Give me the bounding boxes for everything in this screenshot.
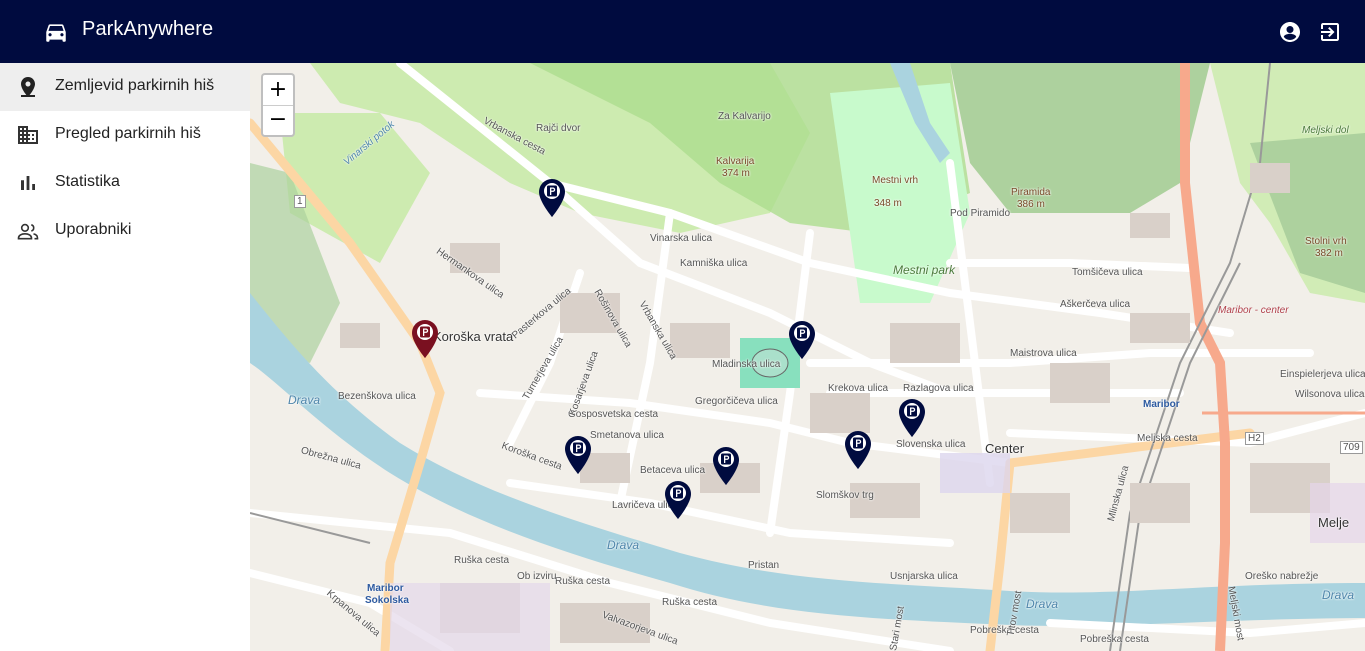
building-icon (16, 123, 40, 147)
parking-marker[interactable] (899, 399, 925, 437)
place-label: Koroška vrata (433, 329, 514, 344)
parking-marker[interactable] (713, 447, 739, 485)
street-label: Mladinska ulica (712, 359, 781, 370)
station-label: Maribor (367, 583, 404, 594)
place-label: Mestni park (893, 263, 956, 277)
parking-marker[interactable] (565, 436, 591, 474)
parking-marker[interactable] (789, 321, 815, 359)
sidebar: Zemljevid parkirnih hiš Pregled parkirni… (0, 63, 251, 651)
street-label: Slovenska ulica (896, 439, 966, 450)
river-label: Drava (607, 538, 640, 552)
account-button[interactable] (1278, 20, 1302, 44)
peak-label: Piramida (1011, 187, 1051, 198)
river-label: Drava (1322, 588, 1355, 602)
zoom-in-button[interactable]: + (263, 75, 293, 105)
bar-chart-icon (16, 171, 40, 195)
parking-marker-icon (539, 179, 565, 217)
street-label: Tomšičeva ulica (1072, 267, 1143, 278)
sidebar-item-label: Zemljevid parkirnih hiš (55, 77, 215, 94)
station-label: Sokolska (365, 595, 409, 606)
parking-marker-icon (789, 321, 815, 359)
zoom-control: + − (261, 73, 295, 137)
street-label: Pristan (748, 560, 780, 571)
street-label: Pod Piramido (950, 208, 1011, 219)
street-label: Ruška cesta (555, 576, 611, 587)
street-label: Razlagova ulica (903, 383, 974, 394)
parking-marker-selected[interactable] (412, 320, 438, 358)
sidebar-item-map[interactable]: Zemljevid parkirnih hiš (0, 63, 250, 111)
river-label: Drava (288, 393, 321, 407)
street-label: Slomškov trg (816, 490, 874, 501)
sidebar-item-users[interactable]: Uporabniki (0, 207, 250, 255)
sidebar-item-statistics[interactable]: Statistika (0, 159, 250, 207)
sidebar-item-garages[interactable]: Pregled parkirnih hiš (0, 111, 250, 159)
street-label: Krekova ulica (828, 383, 889, 394)
street-label: Za Kalvarijo (718, 111, 771, 122)
street-label: Maistrova ulica (1010, 348, 1077, 359)
street-label: Ruška cesta (454, 555, 510, 566)
zoom-out-button[interactable]: − (263, 105, 293, 135)
peak-elevation: 382 m (1315, 248, 1343, 259)
street-label: Betaceva ulica (640, 465, 706, 476)
road-shield: 709 (1340, 441, 1363, 454)
street-label: Ruška cesta (662, 597, 718, 608)
river-label: Drava (1026, 597, 1059, 611)
parking-marker-icon (713, 447, 739, 485)
account-icon (1280, 22, 1300, 42)
place-label: Center (985, 441, 1025, 456)
peak-label: Kalvarija (716, 156, 755, 167)
app-bar: ParkAnywhere (0, 0, 1365, 63)
parking-marker-icon (845, 431, 871, 469)
place-label: Melje (1318, 515, 1350, 530)
street-label: Meljska cesta (1137, 433, 1198, 444)
people-icon (16, 219, 40, 243)
station-label: Maribor - center (1218, 305, 1289, 316)
street-label: Vinarska ulica (650, 233, 713, 244)
logout-icon (1321, 23, 1339, 41)
app-title: ParkAnywhere (82, 18, 214, 40)
sidebar-item-label: Uporabniki (55, 221, 132, 238)
car-icon (42, 19, 70, 45)
street-label: Gregorčičeva ulica (695, 396, 778, 407)
parking-marker-icon (665, 481, 691, 519)
street-label: Usnjarska ulica (890, 571, 958, 582)
parking-marker-icon (412, 320, 438, 358)
street-label: Einspielerjeva ulica (1280, 369, 1365, 380)
peak-elevation: 348 m (874, 198, 902, 209)
street-label: Aškerčeva ulica (1060, 299, 1131, 310)
place-label: Meljski dol (1302, 125, 1349, 136)
road-shield: H2 (1245, 432, 1264, 445)
sidebar-item-label: Pregled parkirnih hiš (55, 125, 201, 142)
map-marker-icon (16, 75, 40, 99)
street-label: Ob izviru (517, 571, 557, 582)
parking-marker-icon (899, 399, 925, 437)
peak-elevation: 386 m (1017, 199, 1045, 210)
parking-map[interactable]: Koroška vrata Center Mestni park Kalvari… (250, 63, 1365, 651)
road-shield: 1 (294, 195, 306, 208)
parking-marker[interactable] (539, 179, 565, 217)
logout-button[interactable] (1318, 20, 1342, 44)
street-label: Pobreška cesta (1080, 634, 1149, 645)
street-label: Gosposvetska cesta (568, 409, 659, 420)
parking-marker-icon (565, 436, 591, 474)
peak-label: Stolni vrh (1305, 236, 1347, 247)
street-label: Kamniška ulica (680, 258, 748, 269)
parking-marker[interactable] (845, 431, 871, 469)
peak-label: Mestni vrh (872, 175, 919, 186)
street-label: Bezenškova ulica (338, 391, 416, 402)
street-label: Oreško nabrežje (1245, 571, 1319, 582)
street-label: Smetanova ulica (590, 430, 664, 441)
sidebar-item-label: Statistika (55, 173, 120, 190)
peak-elevation: 374 m (722, 168, 750, 179)
parking-marker[interactable] (665, 481, 691, 519)
station-label: Maribor (1143, 399, 1180, 410)
street-label: Wilsonova ulica (1295, 389, 1365, 400)
street-label: Rajči dvor (536, 123, 581, 134)
